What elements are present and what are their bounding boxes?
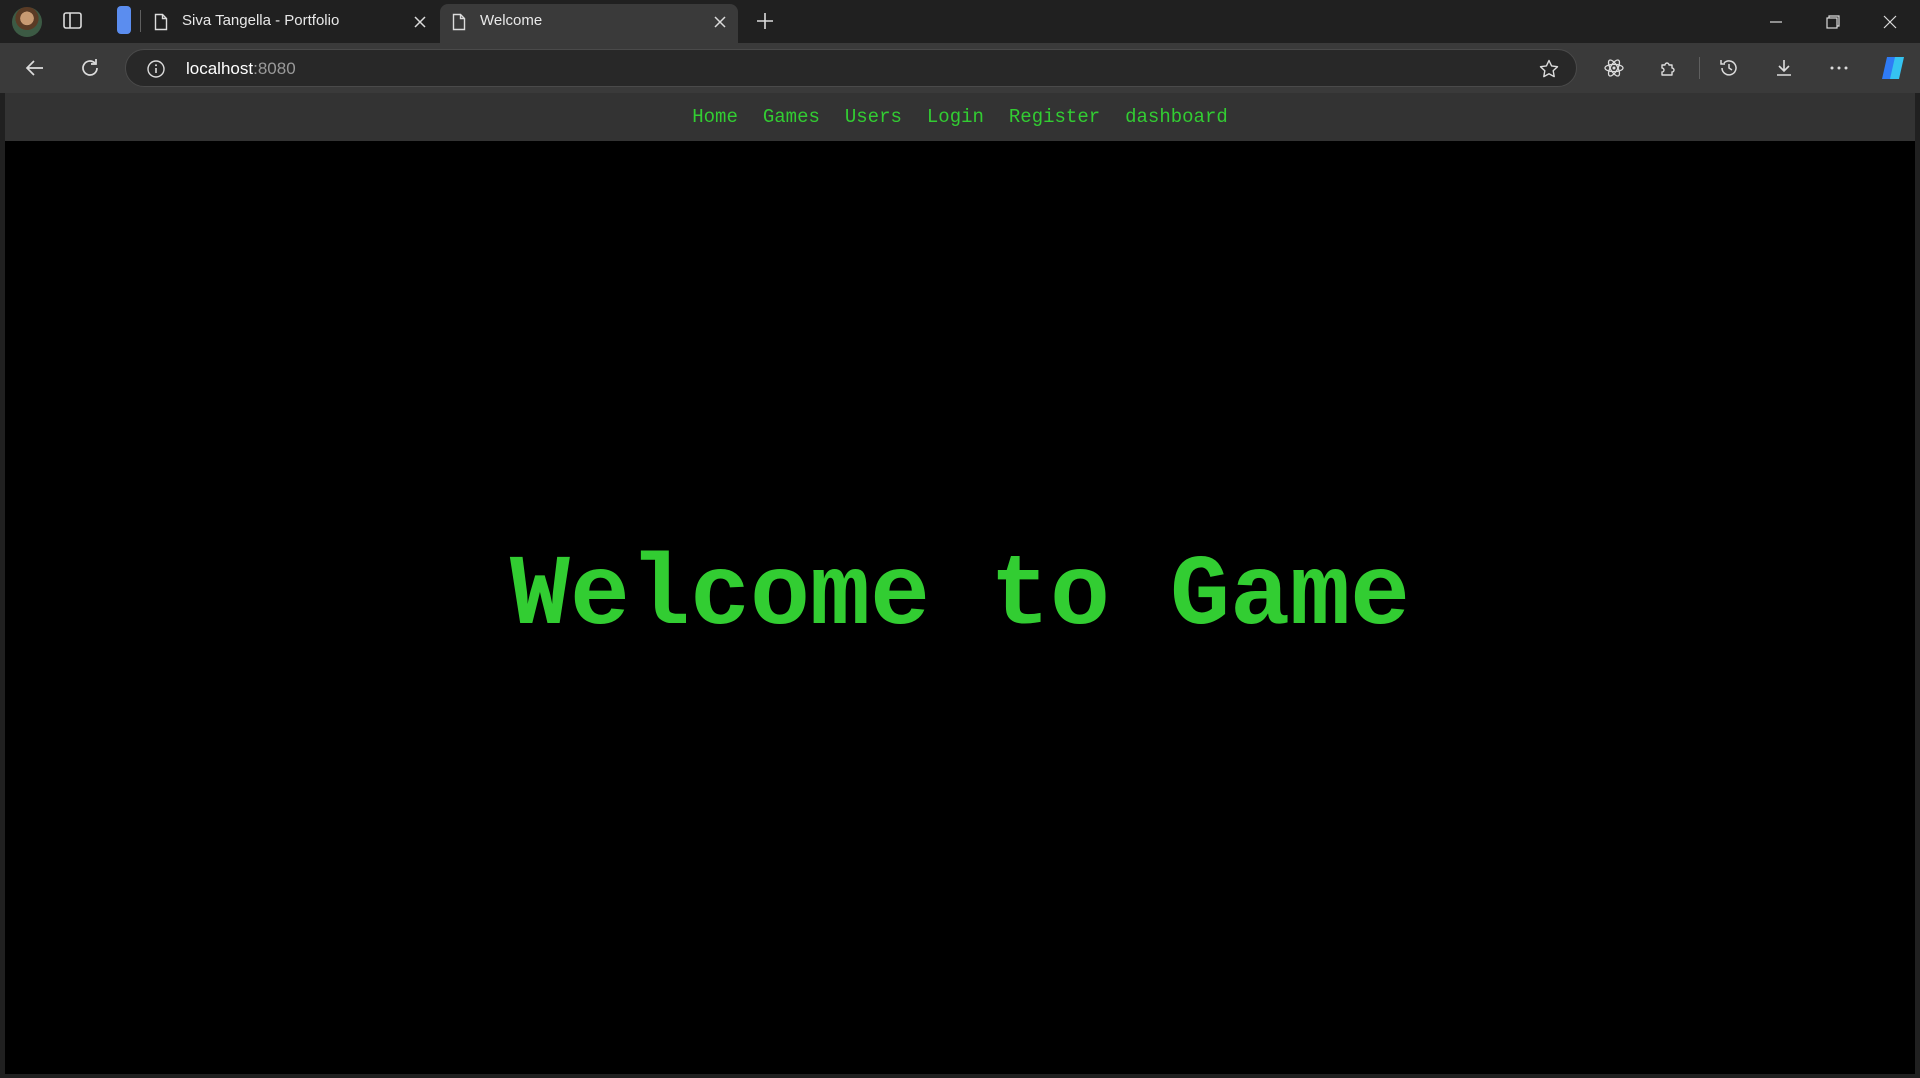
download-icon[interactable]	[1770, 54, 1798, 82]
tab-divider	[140, 10, 141, 32]
tab-actions-icon[interactable]	[62, 11, 84, 31]
tab-title: Siva Tangella - Portfolio	[182, 12, 340, 29]
url-host: localhost	[186, 59, 254, 78]
nav-link-users[interactable]: Users	[845, 106, 902, 128]
extensions-icon[interactable]	[1655, 54, 1683, 82]
web-page: Home Games Users Login Register dashboar…	[5, 93, 1915, 1074]
info-icon[interactable]	[146, 59, 166, 84]
restore-icon[interactable]	[1819, 8, 1847, 36]
toolbar-divider	[1699, 57, 1700, 79]
hero-section: Welcome to Game	[5, 141, 1915, 1074]
site-nav: Home Games Users Login Register dashboar…	[5, 93, 1915, 141]
more-options-icon[interactable]	[1825, 54, 1853, 82]
close-window-icon[interactable]	[1876, 8, 1904, 36]
tab-title: Welcome	[480, 12, 543, 29]
copilot-icon[interactable]	[1878, 53, 1908, 83]
welcome-heading: Welcome to Game	[509, 541, 1411, 654]
star-icon[interactable]	[1538, 58, 1560, 85]
reload-icon[interactable]	[76, 54, 104, 82]
tab-strip: Siva Tangella - Portfolio Welcome	[0, 0, 1920, 43]
workspace-indicator[interactable]	[117, 6, 131, 34]
nav-link-home[interactable]: Home	[692, 106, 738, 128]
url-text[interactable]: localhost:8080	[186, 59, 296, 79]
back-arrow-icon[interactable]	[21, 54, 49, 82]
nav-link-register[interactable]: Register	[1009, 106, 1100, 128]
nav-link-games[interactable]: Games	[763, 106, 820, 128]
close-icon[interactable]	[712, 14, 728, 30]
page-icon	[154, 13, 168, 36]
nav-link-dashboard[interactable]: dashboard	[1125, 106, 1228, 128]
url-port: :8080	[253, 59, 296, 78]
plus-icon[interactable]	[754, 10, 776, 32]
history-icon[interactable]	[1715, 54, 1743, 82]
browser-toolbar: localhost:8080	[0, 43, 1920, 93]
close-icon[interactable]	[412, 14, 428, 30]
page-icon	[452, 13, 466, 36]
tab-welcome[interactable]: Welcome	[440, 4, 738, 43]
window-bottom-edge	[0, 1074, 1920, 1078]
profile-avatar[interactable]	[12, 7, 42, 37]
minimize-icon[interactable]	[1762, 8, 1790, 36]
address-bar[interactable]: localhost:8080	[125, 49, 1577, 87]
atom-icon[interactable]	[1600, 54, 1628, 82]
tab-portfolio[interactable]: Siva Tangella - Portfolio	[142, 0, 438, 43]
nav-link-login[interactable]: Login	[927, 106, 984, 128]
